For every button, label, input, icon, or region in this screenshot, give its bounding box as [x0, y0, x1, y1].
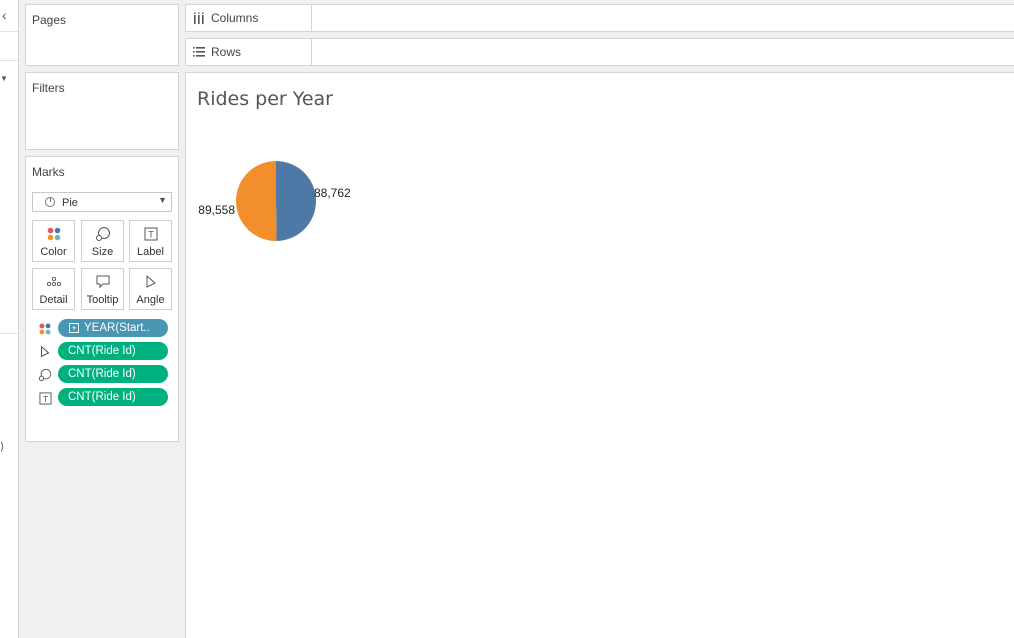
detail-label: Detail: [39, 294, 68, 306]
pages-title: Pages: [32, 13, 67, 27]
tableau-workspace: ‹ ▼ ⟩ Pages Filters Marks Pie ▼ Color Si…: [0, 0, 1014, 638]
year-dimension-pill[interactable]: + YEAR(Start..: [58, 319, 168, 337]
columns-shelf[interactable]: Columns: [185, 4, 1014, 32]
divider: [0, 333, 18, 334]
svg-text:T: T: [42, 393, 47, 403]
angle-icon: [37, 345, 53, 359]
size-label: Size: [91, 246, 114, 258]
tooltip-button[interactable]: Tooltip: [81, 268, 124, 310]
angle-button[interactable]: Angle: [129, 268, 172, 310]
label-label: Label: [137, 246, 164, 258]
caret-down-icon[interactable]: ▼: [0, 74, 8, 83]
label-measure-pill[interactable]: CNT(Ride Id): [58, 388, 168, 406]
size-button[interactable]: Size: [81, 220, 124, 262]
tooltip-icon: [82, 274, 123, 290]
rows-shelf[interactable]: Rows: [185, 38, 1014, 66]
columns-icon: [194, 12, 204, 24]
expand-plus-icon[interactable]: +: [69, 323, 79, 333]
divider: [0, 31, 18, 32]
size-icon: [37, 368, 53, 382]
filters-title: Filters: [32, 81, 65, 95]
size-measure-pill[interactable]: CNT(Ride Id): [58, 365, 168, 383]
color-icon: [33, 226, 74, 242]
rows-icon: [193, 47, 205, 57]
pie-chart[interactable]: 88,762 89,558: [186, 73, 1014, 638]
angle-icon: [130, 274, 171, 290]
angle-label: Angle: [136, 294, 165, 306]
svg-text:T: T: [148, 230, 154, 240]
divider: [311, 39, 312, 65]
detail-icon: [33, 274, 74, 290]
rows-label: Rows: [211, 45, 242, 59]
pie-icon: [45, 197, 55, 207]
pie-slice[interactable]: [235, 161, 277, 242]
cut-off-icon: ⟩: [0, 441, 5, 453]
filters-shelf[interactable]: Filters: [25, 72, 179, 150]
mark-type-dropdown[interactable]: Pie ▼: [32, 192, 172, 212]
angle-measure-pill[interactable]: CNT(Ride Id): [58, 342, 168, 360]
pages-shelf[interactable]: Pages: [25, 4, 179, 66]
label-button[interactable]: T Label: [129, 220, 172, 262]
pie-slice-label: 89,558: [198, 203, 235, 217]
columns-label: Columns: [211, 11, 259, 25]
pie-slice[interactable]: [276, 161, 316, 241]
color-label: Color: [40, 246, 67, 258]
marks-title: Marks: [32, 165, 65, 179]
color-button[interactable]: Color: [32, 220, 75, 262]
pie-slice-label: 88,762: [314, 186, 351, 200]
text-label-icon: T: [130, 226, 171, 242]
divider: [311, 5, 312, 31]
detail-button[interactable]: Detail: [32, 268, 75, 310]
chevron-down-icon: ▼: [158, 195, 167, 205]
pill-label: YEAR(Start..: [84, 322, 150, 334]
worksheet-view[interactable]: Rides per Year 88,762 89,558: [185, 72, 1014, 638]
size-icon: [82, 226, 123, 242]
divider: [0, 60, 18, 61]
tooltip-label: Tooltip: [86, 294, 119, 306]
mark-type-label: Pie: [62, 197, 78, 209]
marks-card: Marks Pie ▼ Color Size T Label Detail To…: [25, 156, 179, 442]
data-pane-edge: ‹ ▼ ⟩: [0, 0, 19, 638]
text-label-icon: T: [37, 391, 53, 405]
collapse-pane-icon[interactable]: ‹: [2, 7, 7, 23]
color-icon: [37, 322, 53, 336]
